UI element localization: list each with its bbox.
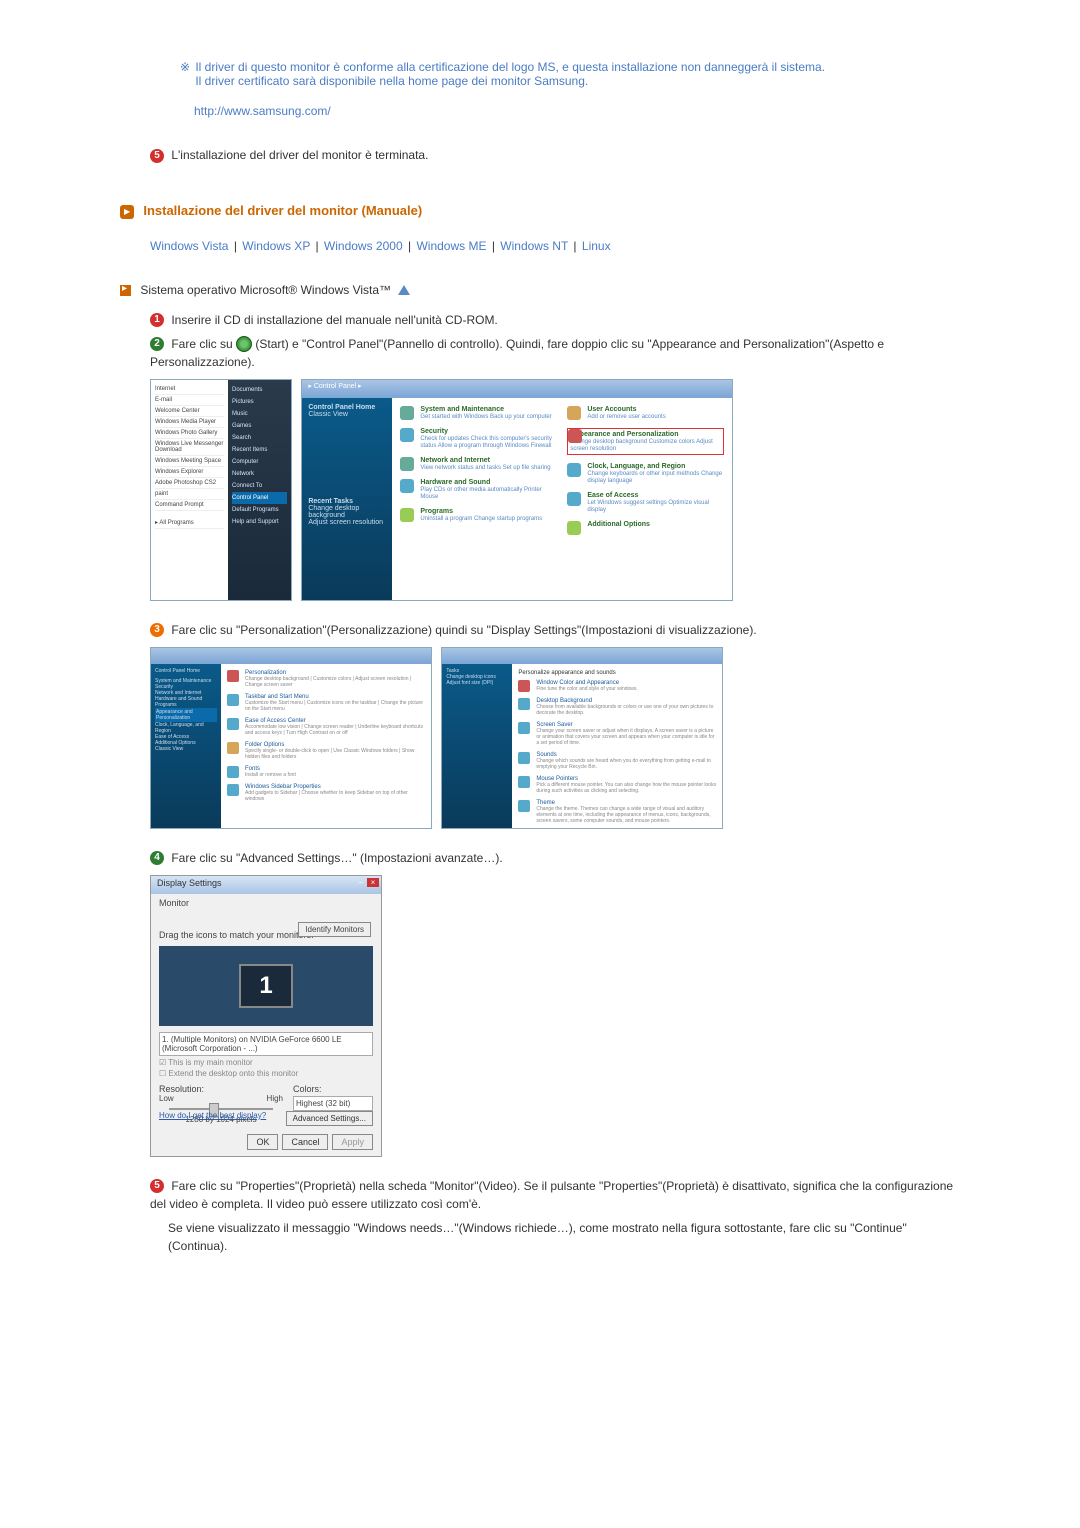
vista-header-text: Sistema operativo Microsoft® Windows Vis…	[140, 283, 391, 297]
screenshot-personalization-panel: Tasks Change desktop icons Adjust font s…	[441, 647, 723, 829]
step-badge-2: 2	[150, 337, 164, 351]
ok-button: OK	[247, 1134, 278, 1150]
step-badge-5b: 5	[150, 1179, 164, 1193]
vista-step5-b: Se viene visualizzato il messaggio "Wind…	[168, 1221, 907, 1253]
link-windows-me[interactable]: Windows ME	[416, 239, 486, 253]
identify-monitors-button: Identify Monitors	[298, 922, 371, 937]
driver-certification-note: ※ Il driver di questo monitor è conforme…	[180, 60, 960, 118]
step-final-text: L'installazione del driver del monitor è…	[171, 148, 428, 162]
link-windows-xp[interactable]: Windows XP	[242, 239, 310, 253]
screenshot-row-start-controlpanel: Internet E-mail Welcome Center Windows M…	[150, 379, 960, 601]
vista-step2-b: (Start) e "Control Panel"(Pannello di co…	[150, 337, 884, 369]
step-badge-5: 5	[150, 149, 164, 163]
display-settings-title: Display Settings	[157, 878, 222, 888]
vista-step1: Inserire il CD di installazione del manu…	[171, 313, 497, 327]
monitor-tab: Monitor	[159, 898, 189, 908]
vista-step3: Fare clic su "Personalization"(Personali…	[171, 623, 756, 637]
windows-start-icon	[236, 336, 252, 352]
link-windows-vista[interactable]: Windows Vista	[150, 239, 228, 253]
colors-dropdown: Highest (32 bit)	[293, 1096, 373, 1111]
screenshot-row-display-settings: Display Settings –× Monitor Drag the ico…	[150, 875, 960, 1157]
vista-step2-a: Fare clic su	[171, 337, 236, 351]
best-display-help-link: How do I get the best display?	[159, 1111, 266, 1126]
samsung-url-link[interactable]: http://www.samsung.com/	[194, 104, 331, 118]
vista-step5-a: Fare clic su "Properties"(Proprietà) nel…	[150, 1179, 953, 1211]
screenshot-vista-start-menu: Internet E-mail Welcome Center Windows M…	[150, 379, 292, 601]
screenshot-appearance-personalization: Control Panel Home System and Maintenanc…	[150, 647, 432, 829]
apply-button: Apply	[332, 1134, 373, 1150]
vista-step4: Fare clic su "Advanced Settings…" (Impos…	[171, 851, 502, 865]
screenshot-display-settings-dialog: Display Settings –× Monitor Drag the ico…	[150, 875, 382, 1157]
resolution-label: Resolution:	[159, 1084, 283, 1094]
colors-label: Colors:	[293, 1084, 373, 1094]
screenshot-control-panel: ▸ Control Panel ▸ Control Panel Home Cla…	[301, 379, 733, 601]
screenshot-row-personalization: Control Panel Home System and Maintenanc…	[150, 647, 960, 829]
link-windows-nt[interactable]: Windows NT	[500, 239, 568, 253]
step-badge-1: 1	[150, 313, 164, 327]
monitor-preview-number: 1	[239, 964, 293, 1008]
advanced-settings-button: Advanced Settings...	[286, 1111, 373, 1126]
link-windows-2000[interactable]: Windows 2000	[324, 239, 403, 253]
back-to-top-triangle[interactable]	[394, 283, 410, 297]
step-badge-4: 4	[150, 851, 164, 865]
os-vista-row: Sistema operativo Microsoft® Windows Vis…	[120, 283, 960, 297]
step-badge-3: 3	[150, 623, 164, 637]
note-line2: Il driver certificato sarà disponibile n…	[195, 74, 588, 88]
manual-install-title: Installazione del driver del monitor (Ma…	[143, 203, 422, 218]
cancel-button: Cancel	[282, 1134, 328, 1150]
manual-install-section: Installazione del driver del monitor (Ma…	[120, 203, 960, 219]
note-line1: Il driver di questo monitor è conforme a…	[195, 60, 825, 74]
asterisk-marker: ※	[180, 60, 192, 74]
monitor-dropdown: 1. (Multiple Monitors) on NVIDIA GeForce…	[159, 1032, 373, 1056]
square-marker-icon	[120, 285, 131, 296]
arrow-marker-icon	[120, 205, 134, 219]
os-links-row: Windows Vista | Windows XP | Windows 200…	[150, 239, 960, 253]
link-linux[interactable]: Linux	[582, 239, 611, 253]
